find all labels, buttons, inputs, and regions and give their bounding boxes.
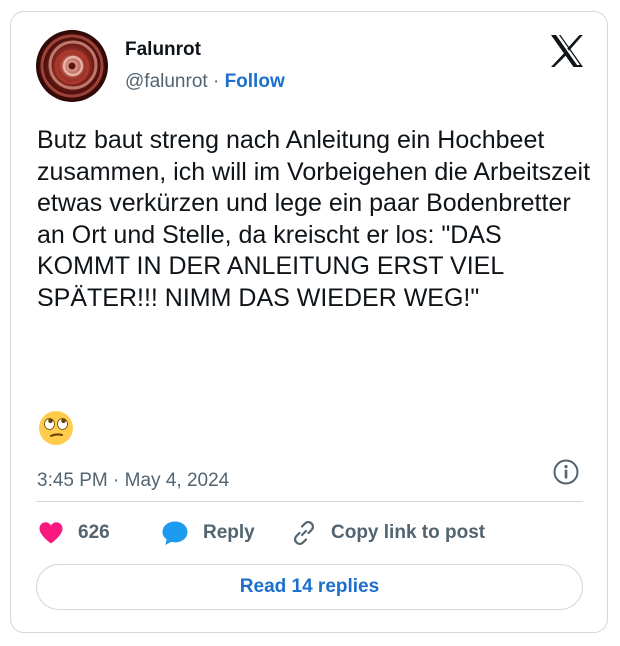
- author-handle-row: @falunrot · Follow: [125, 71, 285, 93]
- reply-button[interactable]: Reply: [161, 518, 255, 548]
- reply-label: Reply: [203, 522, 255, 543]
- face-with-rolling-eyes-icon: [38, 410, 74, 446]
- like-button[interactable]: 626: [38, 518, 110, 548]
- avatar-image: [36, 30, 108, 102]
- x-logo-icon[interactable]: [549, 34, 585, 68]
- post-text: Butz baut streng nach Anleitung ein Hoch…: [37, 126, 597, 312]
- speech-bubble-icon: [162, 521, 188, 545]
- separator: ·: [212, 71, 220, 92]
- link-icon: [293, 520, 315, 546]
- post-timestamp[interactable]: 3:45 PM · May 4, 2024: [37, 470, 229, 492]
- copy-link-label: Copy link to post: [331, 522, 486, 543]
- divider: [36, 501, 583, 502]
- read-replies-button[interactable]: Read 14 replies: [36, 564, 583, 610]
- like-count: 626: [78, 522, 110, 543]
- copy-link-button[interactable]: Copy link to post: [291, 518, 485, 548]
- avatar[interactable]: [36, 30, 108, 102]
- heart-icon: [39, 522, 63, 544]
- info-icon[interactable]: [552, 458, 580, 486]
- tweet-card: Falunrot @falunrot · Follow Butz baut st…: [10, 11, 608, 633]
- author-handle[interactable]: @falunrot: [125, 71, 208, 92]
- follow-button[interactable]: Follow: [225, 71, 285, 92]
- author-name[interactable]: Falunrot: [125, 39, 201, 61]
